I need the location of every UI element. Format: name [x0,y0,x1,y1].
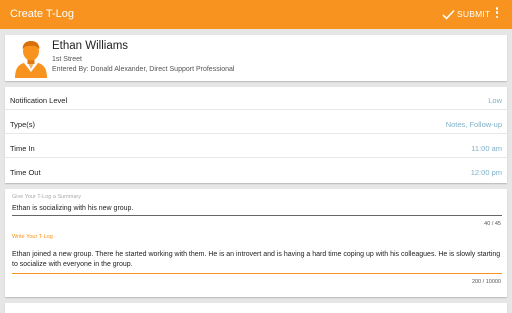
divider [5,157,507,158]
notification-level-row[interactable]: Notification Level Low [5,87,507,110]
summary-underline [12,215,502,216]
client-address: 1st Street [52,56,82,63]
person-avatar-icon [15,41,47,78]
entered-by-text: Entered By: Donald Alexander, Direct Sup… [52,66,235,73]
time-in-row[interactable]: Time In 11:00 am [5,135,507,158]
app-bar: Create T-Log SUBMIT [0,0,512,29]
summary-hint: Give Your T-Log a Summary [12,194,81,200]
tlog-underline [12,273,502,274]
submit-button[interactable]: SUBMIT [442,6,490,22]
page-title: Create T-Log [10,8,75,20]
types-label: Type(s) [10,120,36,129]
client-profile-card: Ethan Williams 1st Street Entered By: Do… [5,35,507,81]
time-out-row[interactable]: Time Out 12:00 pm [5,159,507,182]
notification-level-label: Notification Level [10,96,68,105]
tlog-hint: Write Your T-Log [12,234,53,240]
time-in-value: 11:00 am [471,144,502,153]
notification-level-value: Low [488,96,502,105]
submit-label: SUBMIT [457,9,491,19]
tlog-text-card: Give Your T-Log a Summary Ethan is socia… [5,189,507,297]
summary-input[interactable]: Ethan is socializing with his new group. [12,205,133,212]
divider [5,133,507,134]
summary-counter: 40 / 45 [484,221,501,227]
time-in-label: Time In [10,144,35,153]
tlog-textarea[interactable]: Ethan joined a new group. There he start… [12,250,502,269]
client-name: Ethan Williams [52,40,129,52]
more-vertical-icon[interactable] [492,7,502,21]
next-card [5,303,507,313]
divider [5,109,507,110]
types-row[interactable]: Type(s) Notes, Follow-up [5,111,507,134]
tlog-counter: 200 / 10000 [471,279,501,285]
types-value: Notes, Follow-up [445,120,502,129]
tlog-details-card: Notification Level Low Type(s) Notes, Fo… [5,87,507,183]
time-out-value: 12:00 pm [470,168,502,177]
time-out-label: Time Out [10,168,41,177]
check-icon [442,9,455,20]
